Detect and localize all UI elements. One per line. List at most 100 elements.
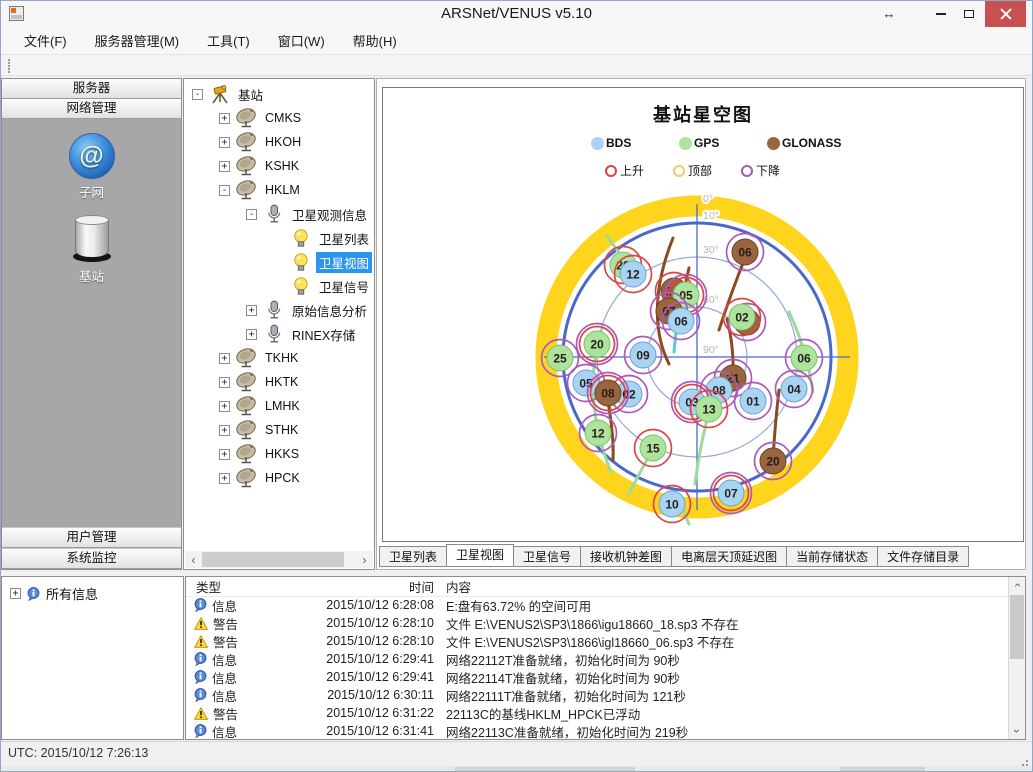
tab-卫星列表[interactable]: 卫星列表: [379, 546, 447, 567]
tree-item-HKLM[interactable]: -HKLM: [186, 178, 372, 202]
tab-文件存储目录[interactable]: 文件存储目录: [877, 546, 969, 567]
close-button[interactable]: [985, 0, 1026, 27]
menu-item-2[interactable]: 工具(T): [197, 26, 260, 55]
tree-item-KSHK[interactable]: +KSHK: [186, 154, 372, 178]
toolbar-grip[interactable]: [8, 59, 10, 61]
log-content: 网络22114T准备就绪，初始化时间为 90秒: [434, 668, 1008, 687]
tree-item-LMHK[interactable]: +LMHK: [186, 394, 372, 418]
bds-swatch-icon: [591, 137, 604, 150]
log-content: 22113C的基线HKLM_HPCK已浮动: [434, 704, 1008, 723]
sidebar-section-monitor[interactable]: 系统监控: [2, 548, 181, 569]
title-bar: ARSNet/VENUS v5.10 ↔: [0, 0, 1033, 27]
log-time: 2015/10/12 6:28:10: [306, 634, 434, 648]
tab-电离层天顶延迟图[interactable]: 电离层天顶延迟图: [671, 546, 787, 567]
log-time: 2015/10/12 6:29:41: [306, 670, 434, 684]
sidebar-item-subnet[interactable]: @ 子网: [2, 133, 181, 201]
maximize-button[interactable]: [956, 0, 982, 27]
log-row[interactable]: 警告2015/10/12 6:31:2222113C的基线HKLM_HPCK已浮…: [186, 704, 1008, 722]
tree-item-STHK[interactable]: +STHK: [186, 418, 372, 442]
tree-expander[interactable]: +: [219, 161, 230, 172]
tree-item-HKKS[interactable]: +HKKS: [186, 442, 372, 466]
mic-icon: [262, 299, 286, 321]
tree-item-卫星视图[interactable]: +卫星视图: [186, 250, 372, 274]
log-row[interactable]: 警告2015/10/12 6:28:10文件 E:\VENUS2\SP3\186…: [186, 632, 1008, 650]
tree-expander[interactable]: +: [246, 305, 257, 316]
sidebar-section-network[interactable]: 网络管理: [2, 99, 181, 119]
scrollbar-thumb[interactable]: [202, 552, 344, 567]
tree-item-HPCK[interactable]: +HPCK: [186, 466, 372, 490]
log-type-label: 警告: [213, 704, 238, 723]
tree-item-CMKS[interactable]: +CMKS: [186, 106, 372, 130]
menu-item-0[interactable]: 文件(F): [14, 26, 77, 55]
log-row[interactable]: 信息2015/10/12 6:30:11网络22111T准备就绪，初始化时间为 …: [186, 686, 1008, 704]
tree-expander[interactable]: +: [10, 588, 21, 599]
close-icon: [1000, 8, 1012, 20]
tree-item-TKHK[interactable]: +TKHK: [186, 346, 372, 370]
tree-expander[interactable]: +: [246, 329, 257, 340]
svg-text:01: 01: [746, 395, 760, 409]
satellite-marker-BDS-12: 12: [615, 256, 652, 293]
scroll-left-icon[interactable]: ‹: [185, 551, 202, 568]
scroll-up-icon[interactable]: ›: [1009, 577, 1025, 593]
log-row[interactable]: 信息2015/10/12 6:28:08E:盘有63.72% 的空间可用: [186, 596, 1008, 614]
tree-expander[interactable]: +: [219, 425, 230, 436]
tree-item-HKTK[interactable]: +HKTK: [186, 370, 372, 394]
tab-接收机钟差图[interactable]: 接收机钟差图: [580, 546, 672, 567]
tree-item-原始信息分析[interactable]: +原始信息分析: [186, 298, 372, 322]
log-column-type[interactable]: 类型: [186, 577, 306, 596]
log-column-time[interactable]: 时间: [306, 577, 434, 596]
tree-label: 卫星观测信息: [289, 204, 370, 225]
sidebar-item-station[interactable]: 基站: [2, 215, 181, 285]
log-vertical-scrollbar[interactable]: › ›: [1008, 577, 1025, 739]
subnet-globe-icon: @: [69, 133, 115, 179]
tree-expander[interactable]: +: [219, 473, 230, 484]
tree-expander[interactable]: +: [219, 137, 230, 148]
tree-item-卫星观测信息[interactable]: - 卫星观测信息: [186, 202, 372, 226]
tree-item-卫星列表[interactable]: +卫星列表: [186, 226, 372, 250]
tab-卫星信号[interactable]: 卫星信号: [513, 546, 581, 567]
tree-label: 基站: [235, 84, 266, 105]
tree-item-HKOH[interactable]: +HKOH: [186, 130, 372, 154]
tree-expander[interactable]: +: [219, 113, 230, 124]
tree-expander[interactable]: +: [219, 377, 230, 388]
tree-item-卫星信号[interactable]: +卫星信号: [186, 274, 372, 298]
tree-item-RINEX存储[interactable]: +RINEX存储: [186, 322, 372, 346]
menu-item-4[interactable]: 帮助(H): [343, 26, 407, 55]
tree-expander[interactable]: +: [219, 449, 230, 460]
chart-title: 基站星空图: [383, 101, 1023, 127]
resize-grip[interactable]: [1026, 760, 1028, 762]
dish-icon: [235, 179, 259, 201]
svg-text:20: 20: [590, 338, 604, 352]
tree-expander[interactable]: -: [219, 185, 230, 196]
scroll-down-icon[interactable]: ›: [1009, 723, 1025, 739]
log-row[interactable]: 信息2015/10/12 6:29:41网络22112T准备就绪，初始化时间为 …: [186, 650, 1008, 668]
log-row[interactable]: 信息2015/10/12 6:31:41网络22113C准备就绪，初始化时间为 …: [186, 722, 1008, 739]
sidebar-section-users[interactable]: 用户管理: [2, 527, 181, 548]
station-tree: -基站+CMKS+HKOH+KSHK-HKLM-卫星观测信息+卫星列表+卫星视图…: [186, 82, 372, 549]
mic-icon: [262, 323, 286, 345]
minimize-button[interactable]: [928, 0, 954, 27]
tree-expander[interactable]: -: [192, 89, 203, 100]
tree-horizontal-scrollbar[interactable]: ‹ ›: [185, 551, 373, 568]
gps-swatch-icon: [679, 137, 692, 150]
log-column-content[interactable]: 内容: [434, 577, 1008, 596]
tree-item-all-messages[interactable]: + 所有信息: [10, 584, 98, 603]
legend-item-下降: 下降: [741, 162, 780, 179]
log-row[interactable]: 信息2015/10/12 6:29:41网络22114T准备就绪，初始化时间为 …: [186, 668, 1008, 686]
tree-item-基站[interactable]: - 基站: [186, 82, 372, 106]
tree-expander[interactable]: +: [219, 401, 230, 412]
scroll-right-icon[interactable]: ›: [356, 551, 373, 568]
menu-item-3[interactable]: 窗口(W): [268, 26, 335, 55]
satellite-marker-BDS-04: 04: [776, 371, 813, 408]
station-tree-panel: -基站+CMKS+HKOH+KSHK-HKLM-卫星观测信息+卫星列表+卫星视图…: [183, 78, 375, 570]
resize-arrows-icon[interactable]: ↔: [876, 0, 902, 27]
sidebar-section-server[interactable]: 服务器: [2, 79, 181, 99]
scrollbar-thumb[interactable]: [1010, 595, 1024, 659]
sidebar-content: @ 子网 基站: [2, 119, 181, 527]
tree-expander[interactable]: -: [246, 209, 257, 220]
log-row[interactable]: 警告2015/10/12 6:28:10文件 E:\VENUS2\SP3\186…: [186, 614, 1008, 632]
tab-卫星视图[interactable]: 卫星视图: [446, 544, 514, 567]
menu-item-1[interactable]: 服务器管理(M): [85, 26, 190, 55]
tree-expander[interactable]: +: [219, 353, 230, 364]
tab-当前存储状态[interactable]: 当前存储状态: [786, 546, 878, 567]
